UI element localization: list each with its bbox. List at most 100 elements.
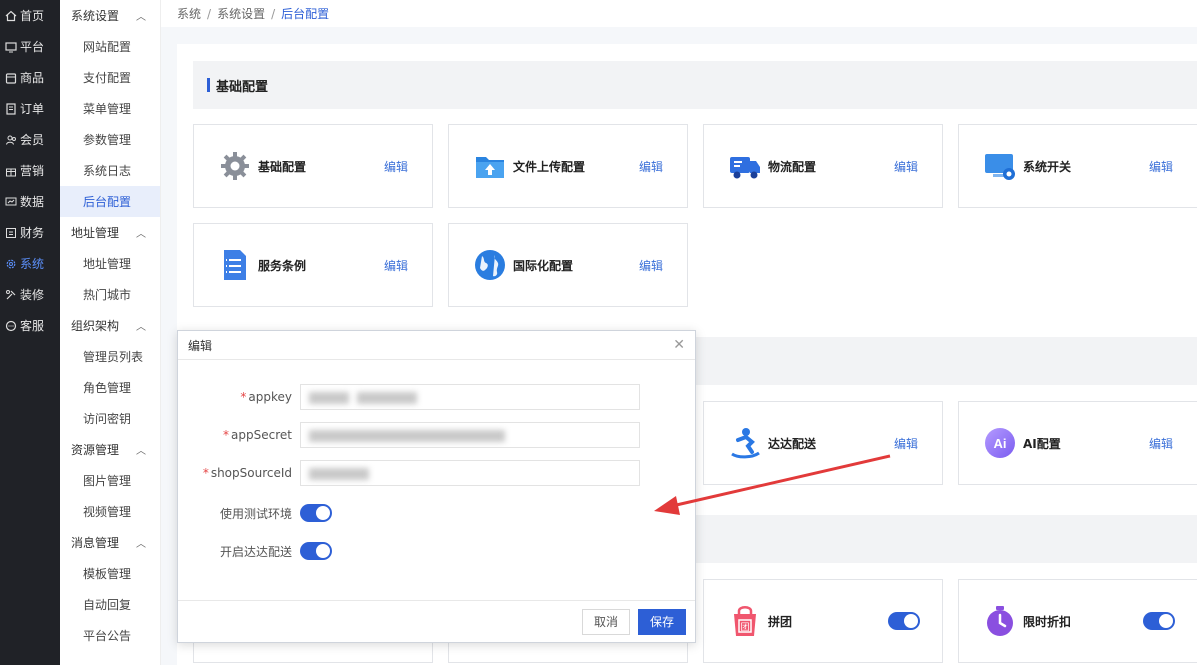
save-button[interactable]: 保存 — [637, 608, 686, 635]
edit-link[interactable]: 编辑 — [639, 257, 663, 274]
card-title: 系统开关 — [1023, 159, 1072, 174]
appsecret-input[interactable] — [300, 422, 640, 448]
edit-link[interactable]: 编辑 — [894, 158, 918, 175]
nav-label: 商品 — [20, 71, 45, 85]
section-marker — [207, 78, 210, 92]
menu-item-template-management[interactable]: 模板管理 — [60, 558, 160, 589]
edit-modal: 编辑 ✕ * appkey * appSecret * shopSourceId 使用… — [177, 330, 696, 643]
nav-item-finance[interactable]: 财务 — [0, 217, 60, 248]
nav-item-orders[interactable]: 订单 — [0, 93, 60, 124]
card-title: 基础配置 — [258, 159, 307, 174]
menu-group-label: 消息管理 — [71, 536, 120, 550]
edit-link[interactable]: 编辑 — [1149, 158, 1173, 175]
switch-label: 开启达达配送 — [219, 544, 292, 559]
nav-item-decorate[interactable]: 装修 — [0, 279, 60, 310]
form-row-test-env: 使用测试环境 — [178, 500, 697, 526]
nav-item-platform[interactable]: 平台 — [0, 31, 60, 62]
field-label-text: appkey — [248, 390, 292, 404]
nav-item-home[interactable]: 首页 — [0, 0, 60, 31]
menu-group-address[interactable]: 地址管理 ︿ — [60, 217, 160, 248]
menu-item-role-management[interactable]: 角色管理 — [60, 372, 160, 403]
monitor-icon — [5, 41, 17, 53]
users-icon — [5, 134, 17, 146]
form-row-appkey: * appkey — [178, 384, 697, 410]
edit-link[interactable]: 编辑 — [384, 257, 408, 274]
test-env-toggle[interactable] — [300, 504, 332, 522]
config-card-flash-discount: 限时折扣 — [958, 579, 1197, 663]
edit-link[interactable]: 编辑 — [894, 435, 918, 452]
enable-dada-toggle[interactable] — [300, 542, 332, 560]
required-mark: * — [223, 428, 230, 442]
nav-item-goods[interactable]: 商品 — [0, 62, 60, 93]
menu-group-resources[interactable]: 资源管理 ︿ — [60, 434, 160, 465]
menu-group-label: 组织架构 — [71, 319, 120, 333]
chevron-up-icon: ︿ — [136, 229, 146, 240]
breadcrumb-separator: / — [207, 6, 212, 21]
card-title: 限时折扣 — [1023, 614, 1072, 629]
menu-item-admin-list[interactable]: 管理员列表 — [60, 341, 160, 372]
edit-link[interactable]: 编辑 — [639, 158, 663, 175]
menu-item-payment-config[interactable]: 支付配置 — [60, 62, 160, 93]
shop-source-id-input[interactable] — [300, 460, 640, 486]
menu-item-system-log[interactable]: 系统日志 — [60, 155, 160, 186]
form-row-enable-dada: 开启达达配送 — [178, 538, 697, 564]
nav-item-data[interactable]: 数据 — [0, 186, 60, 217]
card-title: 达达配送 — [768, 436, 817, 451]
config-card-basic: 基础配置 编辑 — [193, 124, 433, 208]
menu-group-organization[interactable]: 组织架构 ︿ — [60, 310, 160, 341]
menu-item-access-keys[interactable]: 访问密钥 — [60, 403, 160, 434]
group-buy-toggle[interactable] — [888, 612, 920, 630]
list-document-icon — [218, 248, 252, 282]
nav-label: 会员 — [20, 133, 45, 147]
card-title: 国际化配置 — [513, 258, 574, 273]
cancel-button[interactable]: 取消 — [581, 608, 630, 635]
shopping-bag-icon: 团 — [728, 604, 762, 638]
menu-item-auto-reply[interactable]: 自动回复 — [60, 589, 160, 620]
menu-item-platform-notice[interactable]: 平台公告 — [60, 620, 160, 651]
breadcrumb-item[interactable]: 系统 — [177, 5, 201, 22]
nav-label: 数据 — [20, 195, 45, 209]
truck-icon — [728, 149, 762, 183]
chevron-up-icon: ︿ — [136, 446, 146, 457]
menu-group-messages[interactable]: 消息管理 ︿ — [60, 527, 160, 558]
breadcrumb: 系统 / 系统设置 / 后台配置 — [161, 0, 1197, 27]
redacted-value — [309, 392, 349, 404]
card-title: 物流配置 — [768, 159, 817, 174]
section-header: 基础配置 — [193, 61, 1197, 109]
menu-group-label: 资源管理 — [71, 443, 120, 457]
primary-nav: 首页 平台 商品 订单 会员 营销 数据 财务 系统 装修 客服 — [0, 0, 60, 665]
close-icon[interactable]: ✕ — [673, 337, 685, 353]
breadcrumb-item[interactable]: 系统设置 — [217, 5, 265, 22]
menu-item-parameter-management[interactable]: 参数管理 — [60, 124, 160, 155]
nav-item-service[interactable]: 客服 — [0, 310, 60, 341]
config-card-group-buy: 团 拼团 — [703, 579, 943, 663]
brush-icon — [5, 289, 17, 301]
nav-item-marketing[interactable]: 营销 — [0, 155, 60, 186]
menu-item-video-management[interactable]: 视频管理 — [60, 496, 160, 527]
flash-discount-toggle[interactable] — [1143, 612, 1175, 630]
menu-item-hot-cities[interactable]: 热门城市 — [60, 279, 160, 310]
chevron-up-icon: ︿ — [136, 322, 146, 333]
modal-header: 编辑 ✕ — [178, 331, 695, 360]
edit-link[interactable]: 编辑 — [1149, 435, 1173, 452]
nav-item-system[interactable]: 系统 — [0, 248, 60, 279]
edit-link[interactable]: 编辑 — [384, 158, 408, 175]
config-card-ai: Ai AI配置 编辑 — [958, 401, 1197, 485]
menu-item-image-management[interactable]: 图片管理 — [60, 465, 160, 496]
ai-icon: Ai — [983, 426, 1017, 460]
nav-item-members[interactable]: 会员 — [0, 124, 60, 155]
nav-label: 客服 — [20, 319, 45, 333]
menu-item-address-management[interactable]: 地址管理 — [60, 248, 160, 279]
svg-text:Ai: Ai — [994, 436, 1007, 451]
chevron-up-icon: ︿ — [136, 12, 146, 23]
breadcrumb-current: 后台配置 — [281, 7, 330, 21]
field-label-text: shopSourceId — [210, 466, 292, 480]
config-card-dada-delivery: 达达配送 编辑 — [703, 401, 943, 485]
menu-item-website-config[interactable]: 网站配置 — [60, 31, 160, 62]
appkey-input[interactable] — [300, 384, 640, 410]
menu-item-backend-config[interactable]: 后台配置 — [60, 186, 160, 217]
chart-icon — [5, 196, 17, 208]
menu-group-system-settings[interactable]: 系统设置 ︿ — [60, 0, 160, 31]
card-title: 拼团 — [768, 614, 793, 629]
menu-item-menu-management[interactable]: 菜单管理 — [60, 93, 160, 124]
